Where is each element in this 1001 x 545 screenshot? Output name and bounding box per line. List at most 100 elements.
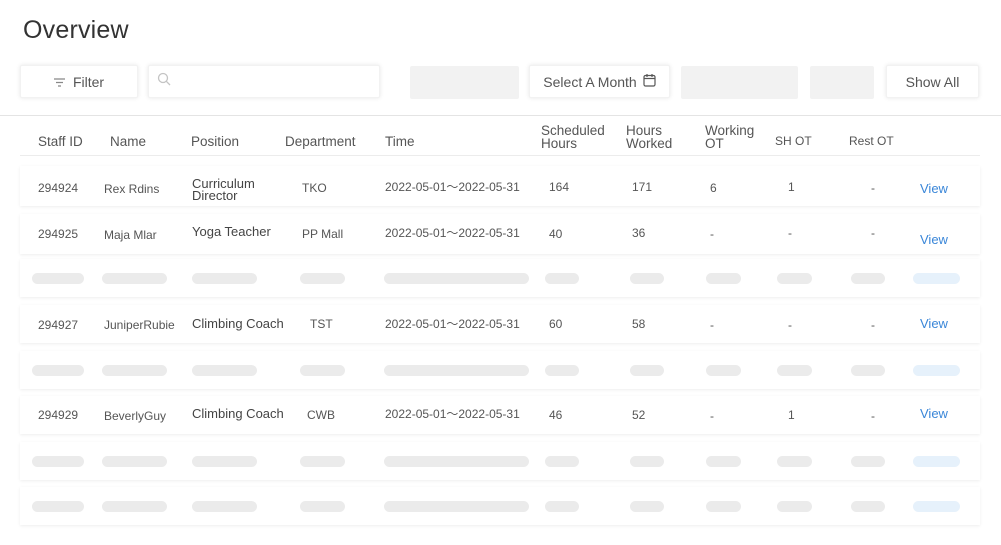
filter-placeholder bbox=[810, 66, 874, 99]
skeleton-bar bbox=[192, 501, 257, 512]
skeleton-bar bbox=[102, 501, 167, 512]
skeleton-bar bbox=[545, 273, 579, 284]
skeleton-bar bbox=[851, 456, 885, 467]
cell-position-line2: Director bbox=[192, 188, 238, 203]
cell-name: Rex Rdins bbox=[104, 182, 160, 196]
header-name: Name bbox=[110, 134, 147, 149]
cell-hours-worked: 52 bbox=[632, 408, 646, 422]
skeleton-bar bbox=[706, 501, 741, 512]
skeleton-bar bbox=[192, 456, 257, 467]
skeleton-bar bbox=[630, 273, 664, 284]
table-row: 294927 JuniperRubie Climbing Coach TST 2… bbox=[20, 305, 980, 343]
cell-name: BeverlyGuy bbox=[104, 409, 167, 423]
cell-department: CWB bbox=[307, 408, 335, 422]
search-icon bbox=[157, 72, 171, 91]
header-staff-id: Staff ID bbox=[38, 134, 83, 149]
filter-placeholder bbox=[681, 66, 798, 99]
cell-rest-ot: - bbox=[871, 181, 875, 195]
skeleton-bar bbox=[384, 273, 529, 284]
header-working-ot: Working OT bbox=[705, 124, 754, 151]
cell-working-ot: 6 bbox=[710, 181, 717, 195]
header-department: Department bbox=[285, 134, 356, 149]
cell-position: Climbing Coach bbox=[192, 316, 284, 331]
cell-sh-ot: - bbox=[788, 318, 792, 332]
filter-icon bbox=[53, 74, 65, 90]
search-input[interactable] bbox=[177, 67, 367, 96]
cell-time: 2022-05-01～2022-05-31 bbox=[385, 226, 520, 240]
cell-department: TST bbox=[310, 317, 333, 331]
skeleton-bar bbox=[300, 501, 345, 512]
skeleton-bar bbox=[384, 365, 529, 376]
cell-name: JuniperRubie bbox=[104, 318, 175, 332]
loading-row bbox=[20, 351, 980, 389]
month-picker-label: Select A Month bbox=[543, 73, 637, 90]
show-all-button[interactable]: Show All bbox=[886, 65, 979, 98]
table-header: Staff ID Name Position Department Time S… bbox=[20, 116, 980, 156]
search-box[interactable] bbox=[148, 65, 380, 98]
cell-hours-worked: 36 bbox=[632, 226, 646, 240]
skeleton-bar bbox=[545, 456, 579, 467]
skeleton-bar bbox=[777, 501, 812, 512]
cell-scheduled-hours: 60 bbox=[549, 317, 563, 331]
cell-name: Maja Mlar bbox=[104, 228, 157, 242]
skeleton-bar bbox=[777, 273, 812, 284]
skeleton-bar bbox=[32, 365, 84, 376]
skeleton-bar bbox=[300, 273, 345, 284]
skeleton-bar bbox=[913, 273, 960, 284]
cell-scheduled-hours: 40 bbox=[549, 227, 563, 241]
skeleton-bar bbox=[192, 365, 257, 376]
cell-staff-id: 294929 bbox=[38, 408, 79, 422]
cell-sh-ot: - bbox=[788, 226, 792, 240]
filter-label: Filter bbox=[72, 73, 105, 90]
view-link[interactable]: View bbox=[920, 316, 948, 331]
loading-row bbox=[20, 259, 980, 297]
view-link[interactable]: View bbox=[920, 181, 948, 196]
view-link[interactable]: View bbox=[920, 406, 948, 421]
skeleton-bar bbox=[706, 273, 741, 284]
cell-department: TKO bbox=[302, 181, 327, 195]
skeleton-bar bbox=[913, 501, 960, 512]
skeleton-bar bbox=[32, 456, 84, 467]
skeleton-bar bbox=[300, 365, 345, 376]
skeleton-bar bbox=[851, 501, 885, 512]
skeleton-bar bbox=[32, 273, 84, 284]
cell-staff-id: 294925 bbox=[38, 227, 79, 241]
header-sh-ot: SH OT bbox=[775, 134, 812, 148]
skeleton-bar bbox=[630, 501, 664, 512]
month-picker-button[interactable]: Select A Month bbox=[529, 65, 670, 98]
header-worked-line2: Worked bbox=[626, 136, 673, 151]
cell-position: Curriculum Director bbox=[192, 177, 255, 203]
skeleton-bar bbox=[545, 501, 579, 512]
skeleton-bar bbox=[777, 456, 812, 467]
header-scheduled-hours: Scheduled Hours bbox=[541, 124, 605, 151]
skeleton-bar bbox=[384, 501, 529, 512]
table-row: 294929 BeverlyGuy Climbing Coach CWB 202… bbox=[20, 396, 980, 434]
cell-hours-worked: 58 bbox=[632, 317, 646, 331]
header-working-ot-line2: OT bbox=[705, 136, 724, 151]
cell-working-ot: - bbox=[710, 227, 714, 241]
cell-time: 2022-05-01～2022-05-31 bbox=[385, 317, 520, 331]
cell-time: 2022-05-01～2022-05-31 bbox=[385, 180, 520, 194]
skeleton-bar bbox=[777, 365, 812, 376]
skeleton-bar bbox=[630, 365, 664, 376]
header-rest-ot: Rest OT bbox=[849, 134, 894, 148]
skeleton-bar bbox=[102, 456, 167, 467]
cell-scheduled-hours: 164 bbox=[549, 180, 570, 194]
skeleton-bar bbox=[32, 501, 84, 512]
header-scheduled-line2: Hours bbox=[541, 136, 578, 151]
calendar-icon bbox=[643, 73, 656, 90]
header-position: Position bbox=[191, 134, 240, 149]
skeleton-bar bbox=[706, 365, 741, 376]
cell-rest-ot: - bbox=[871, 226, 875, 240]
loading-row bbox=[20, 487, 980, 525]
skeleton-bar bbox=[300, 456, 345, 467]
filter-placeholder bbox=[410, 66, 519, 99]
skeleton-bar bbox=[102, 365, 167, 376]
view-link[interactable]: View bbox=[920, 232, 948, 247]
cell-sh-ot: 1 bbox=[788, 180, 795, 194]
skeleton-bar bbox=[630, 456, 664, 467]
skeleton-bar bbox=[706, 456, 741, 467]
cell-staff-id: 294924 bbox=[38, 181, 79, 195]
header-time: Time bbox=[385, 134, 415, 149]
filter-button[interactable]: Filter bbox=[20, 65, 138, 98]
